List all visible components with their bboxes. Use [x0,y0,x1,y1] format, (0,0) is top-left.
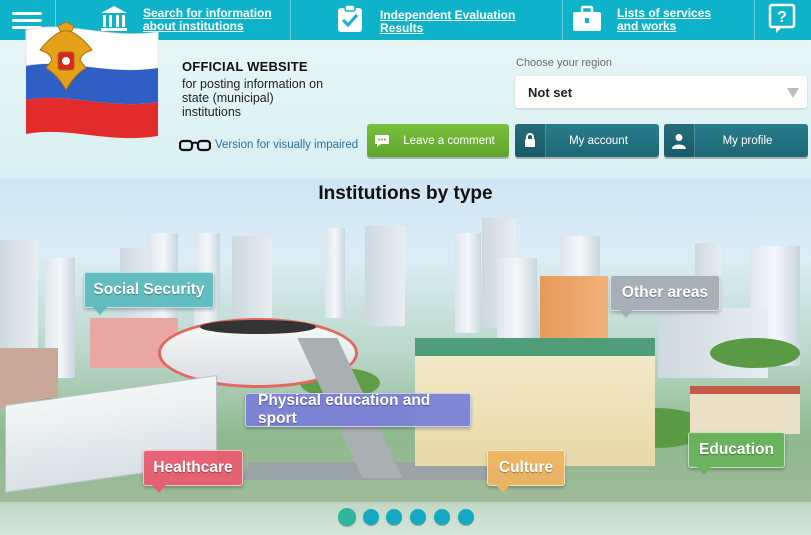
region-value: Not set [528,85,573,100]
coat-of-arms-icon [25,21,159,139]
my-account-label: My account [569,134,628,147]
lock-icon [515,124,546,157]
pager-dot-2[interactable] [363,509,379,525]
nav-divider [754,0,755,40]
pager-dot-1[interactable] [338,508,356,526]
nav-lists-services[interactable]: Lists of services and works [617,0,732,40]
official-subtitle: for posting information on state (munici… [182,77,324,119]
official-title: OFFICIAL WEBSITE [182,59,308,74]
nav-evaluation-results[interactable]: Independent Evaluation Results [380,0,560,40]
user-icon [664,124,695,157]
visually-impaired-link[interactable]: Version for visually impaired [179,138,358,152]
tag-education[interactable]: Education [688,432,785,475]
region-label: Choose your region [516,57,613,69]
my-profile-button[interactable]: My profile [664,124,808,157]
briefcase-icon [573,5,601,31]
my-profile-label: My profile [722,134,773,147]
region-select[interactable]: Not set [515,76,807,108]
chevron-down-icon [787,88,799,98]
glasses-icon [179,139,211,152]
svg-text:?: ? [777,9,787,26]
leave-comment-label: Leave a comment [403,134,495,147]
tag-culture[interactable]: Culture [487,450,565,493]
pager-dot-6[interactable] [458,509,474,525]
help-icon[interactable]: ? [768,3,796,35]
pager-bar [0,502,811,535]
comment-icon [367,124,397,157]
leave-comment-button[interactable]: Leave a comment [367,124,509,157]
my-account-button[interactable]: My account [515,124,659,157]
tag-physical-education[interactable]: Physical education and sport [245,393,471,427]
checkmark-clipboard-icon [338,4,362,32]
pager-dot-3[interactable] [386,509,402,525]
pager-dot-4[interactable] [410,509,426,525]
tag-social-security[interactable]: Social Security [84,272,214,315]
pager-dot-5[interactable] [434,509,450,525]
scene-title: Institutions by type [318,183,493,204]
tag-healthcare[interactable]: Healthcare [143,450,243,493]
visually-impaired-label: Version for visually impaired [215,139,359,151]
tag-other-areas[interactable]: Other areas [610,275,720,318]
nav-divider [290,0,291,40]
nav-divider [562,0,563,40]
